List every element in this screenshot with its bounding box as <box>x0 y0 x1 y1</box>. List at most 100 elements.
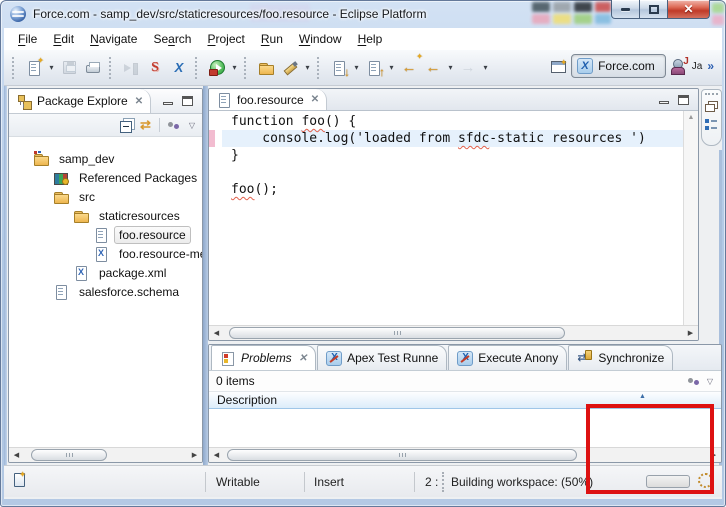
restore-button[interactable] <box>640 0 668 19</box>
package-explorer-tab[interactable]: Package Explore ✕ <box>9 89 152 113</box>
tree-item-foo-resource-me[interactable]: foo.resource-me <box>9 244 202 263</box>
close-button[interactable]: ✕ <box>668 0 710 19</box>
view-menu-arrow-icon[interactable]: ▽ <box>189 121 195 130</box>
tree-item-salesforce-schema[interactable]: salesforce.schema <box>9 282 202 301</box>
print-button[interactable] <box>81 56 105 80</box>
previous-annotation-button[interactable]: ↑ <box>362 56 386 80</box>
scroll-thumb[interactable] <box>31 449 107 461</box>
close-view-icon[interactable]: ✕ <box>135 96 143 107</box>
back-button[interactable]: ← <box>421 56 445 80</box>
back-dropdown-icon[interactable]: ▾ <box>445 63 456 72</box>
highlight-dropdown-icon[interactable]: ▾ <box>302 63 313 72</box>
java-perspective-icon[interactable]: J <box>670 56 689 75</box>
close-tab-icon[interactable]: ✕ <box>299 353 307 364</box>
minimize-button[interactable] <box>611 0 640 19</box>
forward-button[interactable]: → <box>456 56 480 80</box>
java-perspective-label[interactable]: Ja <box>692 61 703 72</box>
menu-item-navigate[interactable]: Navigate <box>82 30 145 48</box>
run-dropdown-icon[interactable]: ▾ <box>229 63 240 72</box>
tab-problems[interactable]: Problems ✕ <box>211 345 317 370</box>
scroll-left-icon[interactable]: ◀ <box>209 326 224 340</box>
view-menu-arrow-icon[interactable]: ▽ <box>707 377 713 386</box>
view-menu-icon[interactable] <box>687 377 701 385</box>
apex-icon <box>457 350 474 366</box>
toolbar-grip <box>195 56 199 79</box>
scroll-left-icon[interactable]: ◀ <box>209 448 224 462</box>
menu-item-help[interactable]: Help <box>350 30 391 48</box>
menu-item-window[interactable]: Window <box>291 30 350 48</box>
fast-view-icon[interactable]: ✦ <box>14 470 26 487</box>
new-button[interactable]: ✦ <box>22 56 46 80</box>
tab-label: Execute Anony <box>478 351 559 365</box>
code-text: } <box>231 148 239 163</box>
next-annotation-button[interactable]: ↓ <box>327 56 351 80</box>
package-explorer-view: Package Explore ✕ ⇄ ▽ samp_dev Referenced… <box>8 88 203 463</box>
force-ide-button[interactable]: X <box>167 56 191 80</box>
view-menu-icon[interactable] <box>167 121 181 129</box>
gutter-cell <box>209 147 222 164</box>
tree-item-label: src <box>79 189 95 204</box>
tab-execute-anony[interactable]: Execute Anony <box>448 345 568 370</box>
code-line: } <box>222 147 683 164</box>
editor-code[interactable]: function foo() { console.log('loaded fro… <box>222 111 683 325</box>
link-with-editor-icon[interactable]: ⇄ <box>140 117 151 133</box>
editor-vscrollbar[interactable]: ▲ <box>683 111 698 325</box>
code-text: (); <box>254 182 278 197</box>
package-explorer-hscrollbar[interactable]: ◀ ▶ <box>9 447 202 462</box>
xml-file-icon <box>93 246 109 262</box>
tree-item-label: staticresources <box>99 208 180 223</box>
scroll-left-icon[interactable]: ◀ <box>9 448 24 462</box>
rail-drag-handle[interactable] <box>705 93 718 95</box>
minimize-editor-icon[interactable] <box>659 100 669 104</box>
outline-view-icon[interactable] <box>705 119 718 131</box>
save-button[interactable] <box>57 56 81 80</box>
close-icon: ✕ <box>683 2 694 16</box>
tree-item-label: Referenced Packages <box>79 170 198 185</box>
menu-item-run[interactable]: Run <box>253 30 291 48</box>
previous-annotation-dropdown-icon[interactable]: ▾ <box>386 63 397 72</box>
minimize-view-icon[interactable] <box>163 102 173 105</box>
run-button[interactable] <box>205 56 229 80</box>
scroll-right-icon[interactable]: ▶ <box>683 326 698 340</box>
tree-item-package-xml[interactable]: package.xml <box>9 263 202 282</box>
file-icon <box>53 284 69 300</box>
tree-item-src[interactable]: src <box>9 187 202 206</box>
open-perspective-icon[interactable]: ✦ <box>551 58 567 73</box>
forward-dropdown-icon[interactable]: ▾ <box>480 63 491 72</box>
editor-tab-foo-resource[interactable]: foo.resource ✕ <box>209 89 328 110</box>
problems-tabs: Problems ✕ Apex Test Runne Execute Anony Syn… <box>209 345 721 371</box>
force-perspective-button[interactable]: X Force.com <box>571 54 666 78</box>
tree-item-samp-dev[interactable]: samp_dev <box>9 149 202 168</box>
import-button[interactable] <box>119 56 143 80</box>
menu-item-edit[interactable]: Edit <box>45 30 82 48</box>
last-edit-location-button[interactable]: ← ✦ <box>397 52 424 80</box>
next-annotation-icon: ↓ <box>331 60 350 79</box>
editor-hscrollbar[interactable]: ◀ ▶ <box>209 325 698 340</box>
menu-item-project[interactable]: Project <box>199 30 252 48</box>
tree-item-staticresources[interactable]: staticresources <box>9 206 202 225</box>
scroll-right-icon[interactable]: ▶ <box>187 448 202 462</box>
tree-item-foo-resource[interactable]: foo.resource <box>9 225 202 244</box>
title-bar[interactable]: Force.com - samp_dev/src/staticresources… <box>0 0 726 28</box>
open-resource-button[interactable] <box>254 56 278 80</box>
perspective-overflow-icon[interactable]: » <box>707 59 714 73</box>
menu-item-file[interactable]: File <box>10 30 45 48</box>
highlight-button[interactable] <box>278 56 302 80</box>
close-tab-icon[interactable]: ✕ <box>311 94 319 105</box>
scroll-thumb[interactable] <box>227 449 577 461</box>
tab-apex-test-runne[interactable]: Apex Test Runne <box>317 345 448 370</box>
editor-content: function foo() { console.log('loaded fro… <box>209 111 698 325</box>
next-annotation-dropdown-icon[interactable]: ▾ <box>351 63 362 72</box>
toolbar-grip <box>12 56 16 79</box>
tree-item-referenced-packages[interactable]: Referenced Packages <box>9 168 202 187</box>
collapse-all-icon[interactable] <box>119 120 132 133</box>
menu-item-search[interactable]: Search <box>145 30 199 48</box>
tab-synchronize[interactable]: Synchronize <box>568 345 674 370</box>
schema-browser-button[interactable]: S <box>143 56 167 80</box>
scroll-thumb[interactable] <box>229 327 565 339</box>
restore-view-icon[interactable] <box>705 104 715 112</box>
maximize-editor-icon[interactable] <box>678 94 689 105</box>
maximize-view-icon[interactable] <box>182 96 193 106</box>
new-dropdown-icon[interactable]: ▾ <box>46 63 57 72</box>
scroll-up-icon[interactable]: ▲ <box>688 114 695 121</box>
